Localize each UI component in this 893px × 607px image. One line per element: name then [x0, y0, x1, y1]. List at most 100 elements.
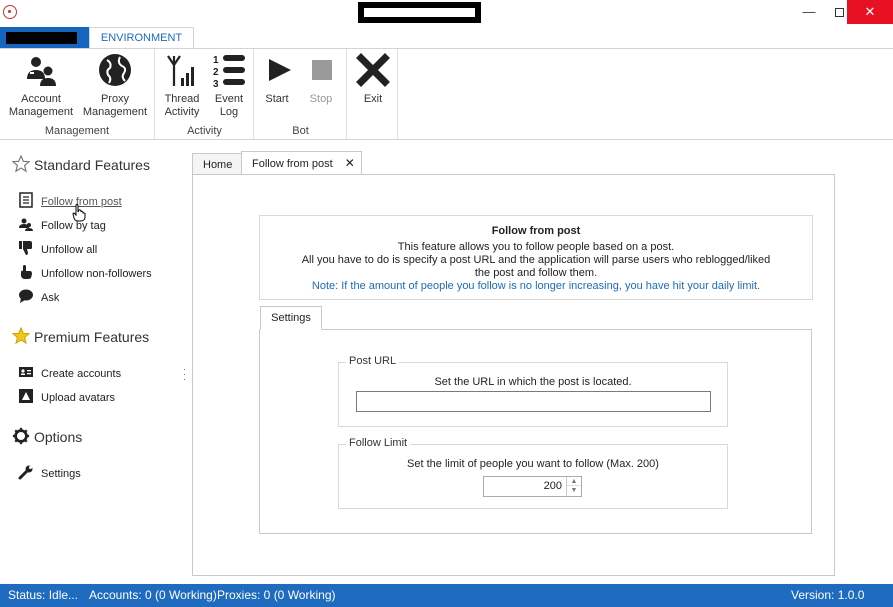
users-icon: [19, 218, 33, 231]
ribbon: Account Management Proxy Management Mana…: [0, 48, 893, 140]
sidebar-item-unfollow-all[interactable]: Unfollow all: [17, 240, 97, 256]
sidebar-item-label: Ask: [41, 292, 60, 304]
star-filled-icon: [12, 327, 30, 345]
sidebar-item-label: Unfollow all: [41, 244, 98, 256]
start-label: Start: [265, 93, 289, 105]
numbered-list-icon: 1 2 3: [213, 55, 245, 89]
follow-limit-stepper[interactable]: 200 ▲ ▼: [483, 476, 582, 497]
stop-button[interactable]: Stop: [303, 51, 339, 106]
sidebar-item-label: Unfollow non-followers: [41, 268, 152, 280]
title-bar: — ✕: [0, 0, 893, 26]
svg-text:1: 1: [213, 55, 219, 66]
sidebar-item-create-accounts[interactable]: Create accounts: [17, 364, 121, 380]
sidebar-item-ask[interactable]: Ask: [17, 288, 59, 304]
options-label: Options: [34, 429, 83, 445]
svg-text:2: 2: [213, 67, 219, 78]
exit-button[interactable]: Exit: [354, 51, 392, 106]
stop-label: Stop: [309, 93, 333, 105]
tab-label: Follow from post: [252, 158, 333, 170]
tab-follow-from-post[interactable]: Follow from post ✕: [241, 151, 362, 175]
wrench-icon: [18, 465, 33, 480]
proxy-management-button[interactable]: Proxy Management: [80, 51, 150, 119]
id-card-icon: [19, 367, 33, 377]
thread-activity-label: Thread Activity: [164, 93, 200, 118]
premium-features-header: Premium Features: [12, 327, 149, 345]
info-line: the post and follow them.: [474, 267, 598, 279]
thumbs-down-icon: [19, 241, 32, 255]
exit-x-icon: [356, 53, 390, 87]
close-button[interactable]: ✕: [847, 0, 893, 24]
follow-limit-description: Set the limit of people you want to foll…: [407, 458, 659, 470]
post-url-legend: Post URL: [346, 355, 400, 367]
info-line: All you have to do is specify a post URL…: [301, 254, 771, 266]
sidebar-item-upload-avatars[interactable]: Upload avatars: [17, 388, 115, 404]
stop-icon: [312, 60, 332, 80]
post-url-description: Set the URL in which the post is located…: [434, 376, 632, 388]
spinner-arrows[interactable]: ▲ ▼: [566, 477, 581, 496]
tab-environment[interactable]: ENVIRONMENT: [89, 27, 194, 49]
star-outline-icon: [12, 155, 30, 173]
sidebar-item-label: Upload avatars: [41, 392, 115, 404]
ribbon-tabs: ENVIRONMENT: [0, 27, 893, 49]
minimize-button[interactable]: —: [794, 0, 824, 24]
image-upload-icon: [19, 389, 33, 403]
event-log-button[interactable]: 1 2 3 Event Log: [208, 51, 250, 119]
group-label-management: Management: [44, 125, 110, 137]
info-title: Follow from post: [491, 225, 581, 237]
follow-limit-group: Follow Limit Set the limit of people you…: [338, 437, 728, 509]
sidebar: Standard Features Follow from post Follo…: [0, 141, 190, 581]
tab-home[interactable]: Home: [192, 153, 242, 175]
sidebar-item-label: Settings: [41, 468, 81, 480]
standard-features-header: Standard Features: [12, 155, 150, 173]
document-list-icon: [19, 192, 33, 208]
spin-down-icon[interactable]: ▼: [567, 486, 581, 495]
svg-text:3: 3: [213, 79, 219, 89]
sidebar-item-settings[interactable]: Settings: [17, 464, 81, 480]
ribbon-group-activity: Thread Activity 1 2 3 Event Log Activity: [156, 49, 254, 139]
file-tab-redacted: [6, 32, 77, 44]
ribbon-group-management: Account Management Proxy Management Mana…: [0, 49, 155, 139]
sidebar-item-follow-by-tag[interactable]: Follow by tag: [17, 216, 106, 232]
start-button[interactable]: Start: [259, 51, 295, 106]
status-text: Status: Idle...: [8, 588, 79, 602]
content-panel: Follow from post This feature allows you…: [192, 174, 835, 576]
speech-bubble-icon: [19, 289, 33, 303]
proxy-management-label: Proxy Management: [82, 93, 148, 118]
account-management-button[interactable]: Account Management: [6, 51, 76, 119]
info-line: This feature allows you to follow people…: [397, 241, 675, 253]
standard-features-label: Standard Features: [34, 157, 150, 173]
play-icon: [269, 59, 291, 81]
tab-settings[interactable]: Settings: [260, 306, 322, 330]
thread-activity-button[interactable]: Thread Activity: [160, 51, 204, 119]
settings-panel: Post URL Set the URL in which the post i…: [259, 329, 812, 534]
post-url-input[interactable]: [356, 391, 711, 412]
status-bar: Status: Idle... Accounts: 0 (0 Working) …: [0, 584, 893, 607]
proxies-status: Proxies: 0 (0 Working): [217, 588, 336, 602]
pointing-hand-icon: [21, 265, 32, 279]
tab-file[interactable]: [0, 27, 89, 49]
spin-up-icon[interactable]: ▲: [567, 477, 581, 486]
window-title-redacted: [358, 2, 481, 23]
app-crosshair-icon: [3, 5, 17, 19]
sidebar-item-unfollow-non-followers[interactable]: Unfollow non-followers: [17, 264, 152, 280]
account-management-label: Account Management: [8, 93, 74, 118]
maximize-icon: [834, 8, 844, 18]
account-management-icon: [27, 57, 56, 86]
follow-limit-legend: Follow Limit: [346, 437, 411, 449]
splitter-handle[interactable]: · · ·: [183, 365, 186, 384]
globe-icon: [99, 54, 131, 86]
accounts-status: Accounts: 0 (0 Working): [89, 588, 217, 602]
gear-icon: [12, 427, 30, 445]
exit-label: Exit: [363, 93, 383, 105]
event-log-label: Event Log: [214, 93, 244, 118]
close-tab-icon[interactable]: ✕: [345, 156, 355, 170]
signal-bars-icon: [167, 55, 194, 86]
group-label-bot: Bot: [292, 125, 309, 137]
sidebar-item-label: Create accounts: [41, 368, 122, 380]
follow-limit-value: 200: [543, 480, 562, 492]
ribbon-group-exit: Exit: [348, 49, 398, 139]
info-box: Follow from post This feature allows you…: [259, 215, 813, 300]
ribbon-group-bot: Start Stop Bot: [255, 49, 347, 139]
info-note: Note: If the amount of people you follow…: [311, 280, 761, 292]
sidebar-item-follow-from-post[interactable]: Follow from post: [17, 192, 122, 208]
